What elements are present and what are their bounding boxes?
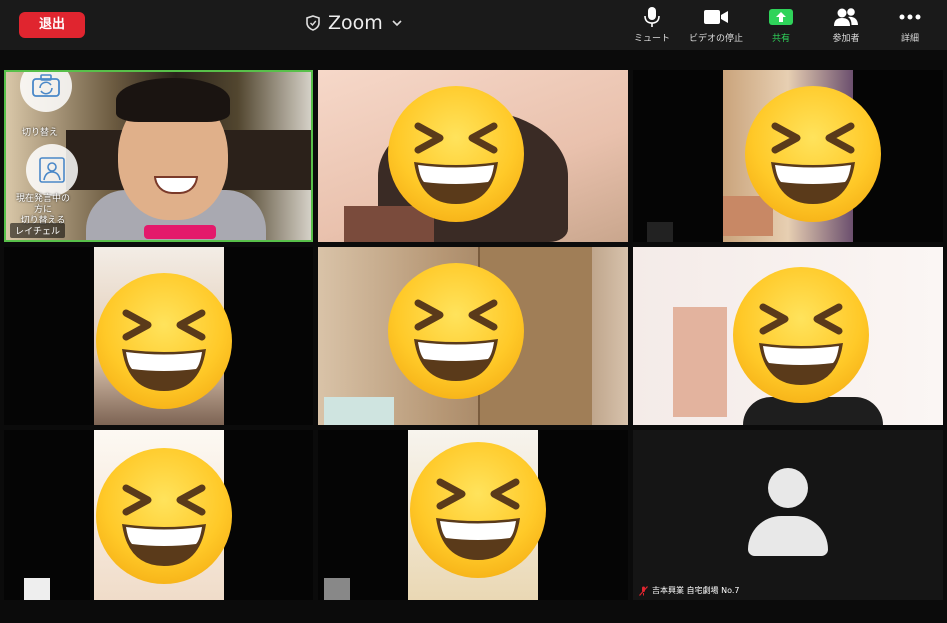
stop-video-label: ビデオの停止: [688, 34, 743, 44]
video-tile-7[interactable]: [4, 430, 313, 600]
share-screen-icon: [769, 9, 793, 25]
leave-meeting-button[interactable]: 退出: [19, 12, 85, 38]
laughing-emoji-icon: [733, 267, 869, 403]
participant-name-label: 吉本興業 自宅劇場 No.7: [639, 585, 739, 596]
pixelated-block: [647, 222, 673, 242]
mute-label: ミュート: [633, 34, 670, 44]
emoji-face: [436, 478, 520, 560]
emoji-face: [771, 122, 855, 204]
emoji-face: [759, 303, 843, 385]
more-button[interactable]: 詳細: [880, 6, 940, 46]
pixelated-hand: [673, 307, 727, 417]
pixelated-block: [324, 397, 394, 425]
participants-label: 参加者: [832, 34, 860, 44]
pixelated-block: [324, 578, 350, 600]
emoji-face: [122, 309, 206, 391]
video-camera-icon: [704, 10, 728, 24]
chevron-down-icon: [392, 20, 402, 27]
laughing-emoji-icon: [96, 273, 232, 409]
participants-button[interactable]: 参加者: [816, 6, 876, 46]
more-label: 詳細: [900, 34, 919, 44]
video-tile-6[interactable]: [633, 247, 943, 425]
meeting-toolbar: 退出 Zoom ミュート ビデオの停止 共有 参加者 詳細: [0, 0, 947, 50]
participants-icon: [834, 8, 858, 26]
mute-button[interactable]: ミュート: [622, 6, 682, 46]
video-tile-3[interactable]: [633, 70, 943, 242]
camera-switch-icon: [32, 74, 60, 97]
share-screen-button[interactable]: 共有: [751, 6, 811, 46]
more-dots-icon: [899, 14, 921, 20]
laughing-emoji-icon: [745, 86, 881, 222]
avatar-body: [748, 516, 828, 556]
share-label: 共有: [771, 34, 790, 44]
switch-speaker-label-line2: 方に: [33, 205, 52, 215]
emoji-face: [414, 122, 498, 204]
video-tile-self[interactable]: 切り替え 現在発言中の 方に 切り替える レイチェル: [4, 70, 313, 242]
participant-name-text: 吉本興業 自宅劇場 No.7: [652, 586, 740, 595]
participant-name-label: レイチェル: [10, 223, 66, 238]
video-tile-4[interactable]: [4, 247, 313, 425]
muted-microphone-icon: [639, 585, 648, 596]
video-tile-2[interactable]: [318, 70, 628, 242]
laughing-emoji-icon: [410, 442, 546, 578]
emoji-face: [122, 484, 206, 566]
video-tile-9[interactable]: 吉本興業 自宅劇場 No.7: [633, 430, 943, 600]
meeting-title: Zoom: [328, 12, 383, 34]
microphone-icon: [644, 7, 660, 27]
video-tile-8[interactable]: [318, 430, 628, 600]
meeting-title-dropdown[interactable]: Zoom: [306, 10, 403, 36]
pixelated-block: [24, 578, 50, 600]
switch-speaker-label-line1: 現在発言中の: [15, 194, 70, 204]
video-tile-5[interactable]: [318, 247, 628, 425]
laughing-emoji-icon: [388, 86, 524, 222]
laughing-emoji-icon: [388, 263, 524, 399]
shield-icon: [306, 15, 320, 31]
emoji-face: [414, 299, 498, 381]
speaker-view-icon: [39, 157, 65, 183]
stop-video-button[interactable]: ビデオの停止: [686, 6, 746, 46]
bow-tie: [144, 225, 216, 239]
switch-camera-label: 切り替え: [22, 128, 59, 138]
laughing-emoji-icon: [96, 448, 232, 584]
avatar-head: [768, 468, 808, 508]
person-hair: [116, 78, 230, 122]
switch-speaker-view-button[interactable]: [26, 144, 78, 196]
